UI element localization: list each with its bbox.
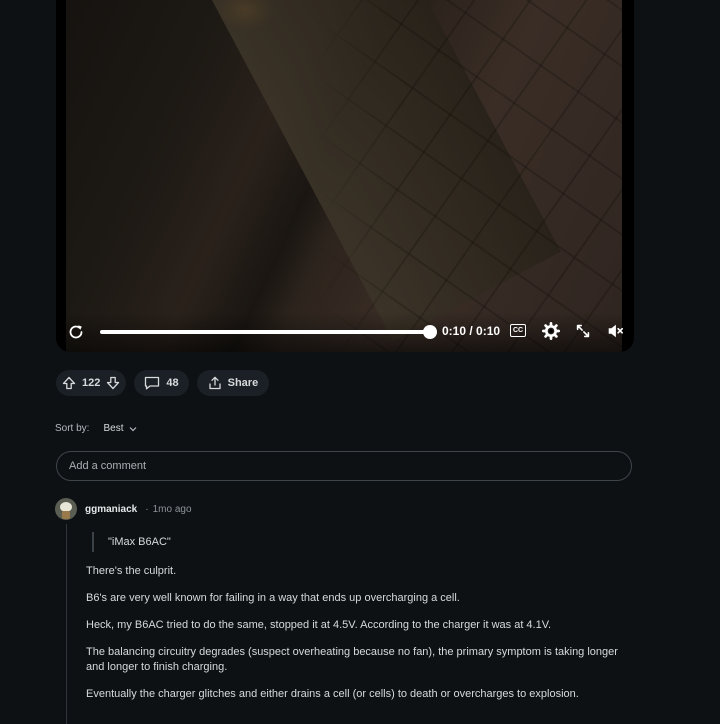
comment-body: "iMax B6AC" There's the culprit. B6's ar…: [86, 532, 626, 714]
comment-paragraph: B6's are very well known for failing in …: [86, 592, 460, 604]
comment-username[interactable]: ggmaniack: [85, 504, 137, 515]
gear-icon[interactable]: [542, 322, 560, 340]
time-display: 0:10 / 0:10: [442, 324, 501, 338]
share-button[interactable]: Share: [196, 370, 270, 396]
avatar[interactable]: [55, 498, 77, 520]
sort-control: Sort by: Best: [55, 423, 137, 434]
vote-score: 122: [82, 377, 101, 389]
share-label: Share: [227, 377, 259, 389]
share-icon: [208, 376, 221, 390]
captions-button[interactable]: CC: [510, 324, 526, 337]
progress-thumb[interactable]: [423, 325, 437, 339]
video-frame[interactable]: [66, 0, 622, 352]
progress-bar[interactable]: [100, 325, 437, 339]
comment-header: ggmaniack · 1mo ago: [55, 498, 192, 520]
fullscreen-icon[interactable]: [574, 322, 592, 340]
chevron-down-icon: [130, 426, 137, 431]
add-comment-input[interactable]: Add a comment: [56, 451, 632, 481]
vote-pill: 122: [56, 370, 127, 396]
comment-paragraph: The balancing circuitry degrades (suspec…: [86, 646, 618, 673]
comment-paragraph: Eventually the charger glitches and eith…: [86, 688, 579, 700]
comment-separator: ·: [145, 503, 149, 515]
comment-paragraph: Heck, my B6AC tried to do the same, stop…: [86, 619, 552, 631]
thread-line[interactable]: [66, 524, 67, 724]
post-actions: 122 48 Share: [56, 370, 270, 396]
replay-icon[interactable]: [66, 322, 86, 342]
sort-value: Best: [103, 423, 124, 434]
comment-paragraph: There's the culprit.: [86, 565, 177, 577]
mute-icon[interactable]: [606, 322, 624, 340]
comment-icon: [145, 376, 160, 390]
comment-count: 48: [166, 377, 179, 389]
video-player[interactable]: 0:10 / 0:10 CC: [56, 0, 634, 352]
downvote-icon[interactable]: [106, 376, 120, 390]
upvote-icon[interactable]: [62, 376, 76, 390]
comments-button[interactable]: 48: [134, 370, 189, 396]
comment-time: 1mo ago: [152, 503, 192, 515]
video-controls: 0:10 / 0:10 CC: [56, 312, 634, 352]
comment-quote: "iMax B6AC": [92, 532, 626, 552]
sort-label: Sort by:: [55, 423, 90, 434]
sort-dropdown[interactable]: Best: [103, 423, 137, 434]
